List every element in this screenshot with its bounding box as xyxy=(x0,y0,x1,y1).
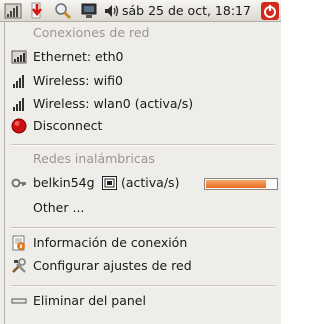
power-icon[interactable] xyxy=(261,2,279,20)
other-label: Other ... xyxy=(33,200,85,215)
menu-separator xyxy=(11,227,275,229)
network-manager-icon[interactable] xyxy=(4,2,22,20)
menu-item-other[interactable]: Other ... xyxy=(5,198,277,218)
volume-icon[interactable] xyxy=(103,2,121,20)
connection-info-label: Información de conexión xyxy=(33,235,188,250)
download-icon[interactable] xyxy=(28,2,46,20)
menu-item-remove-from-panel[interactable]: Eliminar del panel xyxy=(5,291,277,311)
menu-item-configure[interactable]: Configurar ajustes de red xyxy=(5,256,277,276)
menu-item-wifi0[interactable]: Wireless: wifi0 xyxy=(5,71,277,91)
menu-item-disconnect[interactable]: Disconnect xyxy=(5,116,277,136)
wifi0-label: Wireless: wifi0 xyxy=(33,73,124,88)
tools-icon xyxy=(12,258,26,273)
wireless-signal-icon xyxy=(13,75,24,88)
menu-item-wlan0[interactable]: Wireless: wlan0 (activa/s) xyxy=(5,94,277,114)
signal-strength-fill xyxy=(206,180,266,188)
stop-icon xyxy=(11,118,27,134)
network-status: (activa/s) xyxy=(121,175,180,190)
search-icon[interactable] xyxy=(54,2,72,20)
menu-separator xyxy=(11,285,275,287)
wlan0-label: Wireless: wlan0 (activa/s) xyxy=(33,96,194,111)
wireless-signal-icon xyxy=(13,98,24,111)
disconnect-label: Disconnect xyxy=(33,118,103,133)
network-menu: Conexiones de red Ethernet: eth0 Wireles… xyxy=(4,22,281,324)
menu-item-ethernet[interactable]: Ethernet: eth0 xyxy=(5,47,277,67)
signal-strength-bar xyxy=(204,178,278,190)
menu-separator xyxy=(11,144,275,146)
remove-label: Eliminar del panel xyxy=(33,293,146,308)
info-document-icon xyxy=(12,235,25,251)
menu-item-belkin54g[interactable]: belkin54g (activa/s) xyxy=(5,173,278,193)
key-icon xyxy=(11,178,26,188)
remove-icon xyxy=(11,298,27,304)
configure-label: Configurar ajustes de red xyxy=(33,258,192,273)
wired-network-icon xyxy=(11,50,27,64)
connections-header: Conexiones de red xyxy=(33,25,150,40)
network-name: belkin54g xyxy=(33,175,95,190)
top-panel: sáb 25 de oct, 18:17 xyxy=(0,0,281,22)
panel-clock[interactable]: sáb 25 de oct, 18:17 xyxy=(122,0,251,22)
monitor-icon[interactable] xyxy=(80,2,98,20)
wireless-networks-header: Redes inalámbricas xyxy=(33,151,155,166)
ethernet-label: Ethernet: eth0 xyxy=(33,49,124,64)
menu-item-connection-info[interactable]: Información de conexión xyxy=(5,233,277,253)
encrypted-network-icon xyxy=(102,176,117,190)
